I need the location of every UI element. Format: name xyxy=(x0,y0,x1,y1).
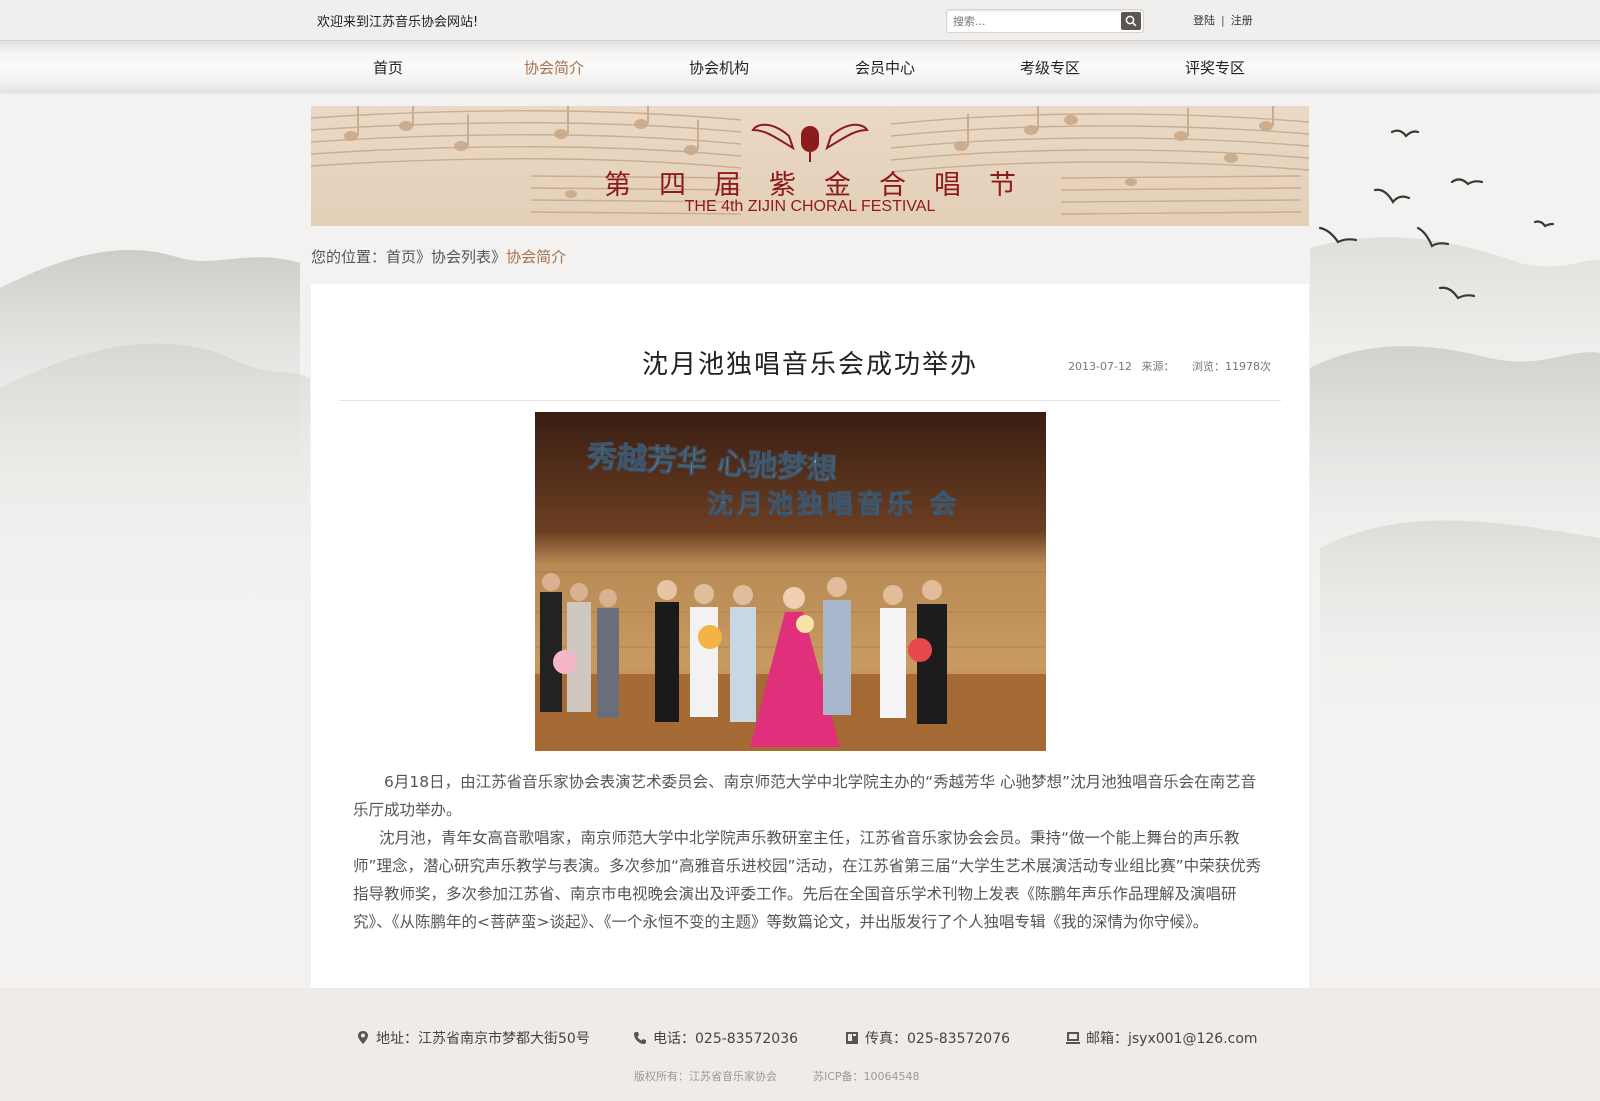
login-link[interactable]: 登陆 xyxy=(1193,14,1215,27)
search-icon xyxy=(1125,15,1137,27)
article-paragraph: 沈月池，青年女高音歌唱家，南京师范大学中北学院声乐教研室主任，江苏省音乐家协会会… xyxy=(353,829,1262,931)
article-views: 浏览：11978次 xyxy=(1192,360,1271,373)
footer-address-text: 地址：江苏省南京市梦都大街50号 xyxy=(376,1031,590,1047)
footer-email: 邮箱：jsyx001@126.com xyxy=(1066,1028,1258,1048)
location-icon xyxy=(358,1031,368,1044)
footer-address: 地址：江苏省南京市梦都大街50号 xyxy=(356,1028,590,1048)
footer-fax-text: 传真：025-83572076 xyxy=(865,1031,1011,1047)
article-paragraph: 6月18日，由江苏省音乐家协会表演艺术委员会、南京师范大学中北学院主办的“秀越芳… xyxy=(353,773,1257,819)
fax-icon xyxy=(846,1032,858,1044)
footer-fax: 传真：025-83572076 xyxy=(845,1028,1010,1048)
article-source: 来源： xyxy=(1141,360,1175,373)
festival-banner[interactable]: 第四届紫金合唱节 THE 4th ZIJIN CHORAL FESTIVAL xyxy=(311,106,1309,226)
icp-text: 苏ICP备：10064548 xyxy=(813,1070,920,1083)
top-bar: 欢迎来到江苏音乐协会网站! 登陆 | 注册 xyxy=(0,0,1600,40)
copyright-text: 版权所有：江苏省音乐家协会 xyxy=(634,1070,777,1083)
banner-title: 第四届紫金合唱节 xyxy=(604,170,1044,201)
search-box xyxy=(946,9,1144,33)
breadcrumb-home[interactable]: 首页 xyxy=(386,248,416,266)
link-separator: | xyxy=(1221,14,1225,27)
birds-decoration xyxy=(1318,129,1555,300)
breadcrumb-prefix: 您的位置： xyxy=(311,248,387,266)
breadcrumb-current: 协会简介 xyxy=(506,248,567,266)
banner-subtitle: THE 4th ZIJIN CHORAL FESTIVAL xyxy=(684,198,936,215)
footer-phone: 电话：025-83572036 xyxy=(633,1028,798,1048)
concert-photo: 秀越芳华 心驰梦想 沈月池独唱音乐 会 xyxy=(535,412,1046,751)
breadcrumb-separator: 》 xyxy=(416,248,432,266)
account-links: 登陆 | 注册 xyxy=(1193,12,1253,28)
nav-item-exam[interactable]: 考级专区 xyxy=(1020,57,1080,78)
main-nav: 首页 协会简介 协会机构 会员中心 考级专区 评奖专区 xyxy=(0,40,1600,91)
article-panel: 沈月池独唱音乐会成功举办 2013-07-12 来源： 浏览：11978次 秀越… xyxy=(311,284,1309,988)
footer: 地址：江苏省南京市梦都大街50号 电话：025-83572036 传真：025-… xyxy=(0,988,1600,1101)
search-button[interactable] xyxy=(1121,12,1141,30)
welcome-text: 欢迎来到江苏音乐协会网站! xyxy=(317,15,479,30)
phone-icon xyxy=(634,1032,646,1044)
winged-microphone-logo-icon xyxy=(751,123,869,162)
nav-item-organization[interactable]: 协会机构 xyxy=(689,57,749,78)
nav-item-about[interactable]: 协会简介 xyxy=(524,57,584,78)
footer-phone-text: 电话：025-83572036 xyxy=(653,1031,799,1047)
breadcrumb-separator: 》 xyxy=(491,248,507,266)
email-icon xyxy=(1066,1032,1080,1044)
search-input[interactable] xyxy=(953,12,1111,30)
footer-email-text: 邮箱：jsyx001@126.com xyxy=(1086,1031,1258,1047)
title-divider xyxy=(339,400,1281,401)
nav-item-home[interactable]: 首页 xyxy=(373,57,403,78)
article-date: 2013-07-12 xyxy=(1068,360,1132,373)
register-link[interactable]: 注册 xyxy=(1231,14,1253,27)
photo-banner-line-2: 沈月池独唱音乐 会 xyxy=(706,490,961,521)
breadcrumb: 您的位置：首页》协会列表》协会简介 xyxy=(311,246,566,267)
nav-item-member-center[interactable]: 会员中心 xyxy=(855,57,915,78)
article-meta: 2013-07-12 来源： 浏览：11978次 xyxy=(1062,358,1271,374)
nav-item-awards[interactable]: 评奖专区 xyxy=(1185,57,1245,78)
breadcrumb-list[interactable]: 协会列表 xyxy=(431,248,491,266)
